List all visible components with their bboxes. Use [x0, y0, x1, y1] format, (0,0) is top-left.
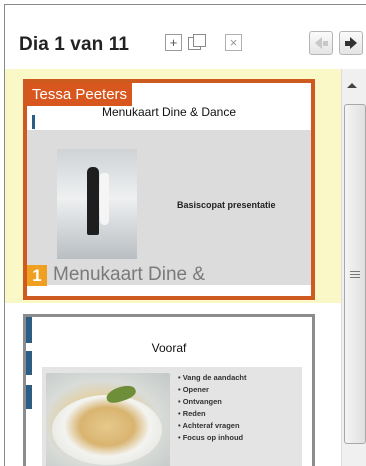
slide-panel-header: Dia 1 van 11 + ×: [5, 5, 366, 69]
add-slide-button[interactable]: +: [165, 34, 182, 51]
scroll-grip-icon: [345, 271, 366, 279]
bullet-item: • Focus op inhoud: [178, 433, 244, 442]
arrow-left-icon: [314, 37, 328, 49]
slide-caption: Menukaart Dine &: [53, 264, 206, 285]
bullet-item: • Reden: [178, 409, 206, 418]
slide-thumbnail-1[interactable]: Menukaart Dine & Dance Basiscopat presen…: [23, 79, 315, 300]
scroll-up-arrow-icon[interactable]: [347, 83, 357, 88]
bullet-item: • Vang de aandacht: [178, 373, 247, 382]
slide-thumbnail-2[interactable]: Vooraf • Vang de aandacht • Opener • Ont…: [23, 314, 315, 466]
slide-counter-title: Dia 1 van 11: [19, 34, 129, 55]
bullet-list: • Vang de aandacht • Opener • Ontvangen …: [178, 372, 247, 444]
accent-bar: [26, 385, 32, 409]
vertical-scrollbar[interactable]: [341, 69, 366, 466]
plus-icon: +: [169, 35, 178, 50]
bullet-item: • Opener: [178, 385, 209, 394]
author-tag: Tessa Peeters: [27, 83, 133, 106]
slide-title: Menukaart Dine & Dance: [101, 105, 237, 119]
delete-slide-button[interactable]: ×: [225, 34, 242, 51]
scrollbar-thumb[interactable]: [344, 104, 366, 444]
slide-number-badge: 1: [27, 265, 47, 286]
bullet-item: • Ontvangen: [178, 397, 222, 406]
slide-panel: Dia 1 van 11 + × Menukaart Dine & Dance …: [4, 4, 366, 466]
dancers-image: [57, 149, 137, 259]
accent-bar: [26, 317, 32, 343]
bullet-item: • Achteraf vragen: [178, 421, 240, 430]
close-x-icon: ×: [229, 35, 238, 50]
duplicate-icon: [188, 34, 208, 51]
slide-thumbnail-list: Menukaart Dine & Dance Basiscopat presen…: [5, 69, 341, 466]
previous-slide-button[interactable]: [309, 31, 333, 55]
next-slide-button[interactable]: [339, 31, 363, 55]
food-image: [46, 373, 170, 466]
duplicate-slide-button[interactable]: [188, 34, 208, 51]
slide-title: Vooraf: [151, 341, 187, 355]
slide-subtitle: Basiscopat presentatie: [177, 200, 276, 210]
arrow-right-icon: [345, 37, 357, 49]
